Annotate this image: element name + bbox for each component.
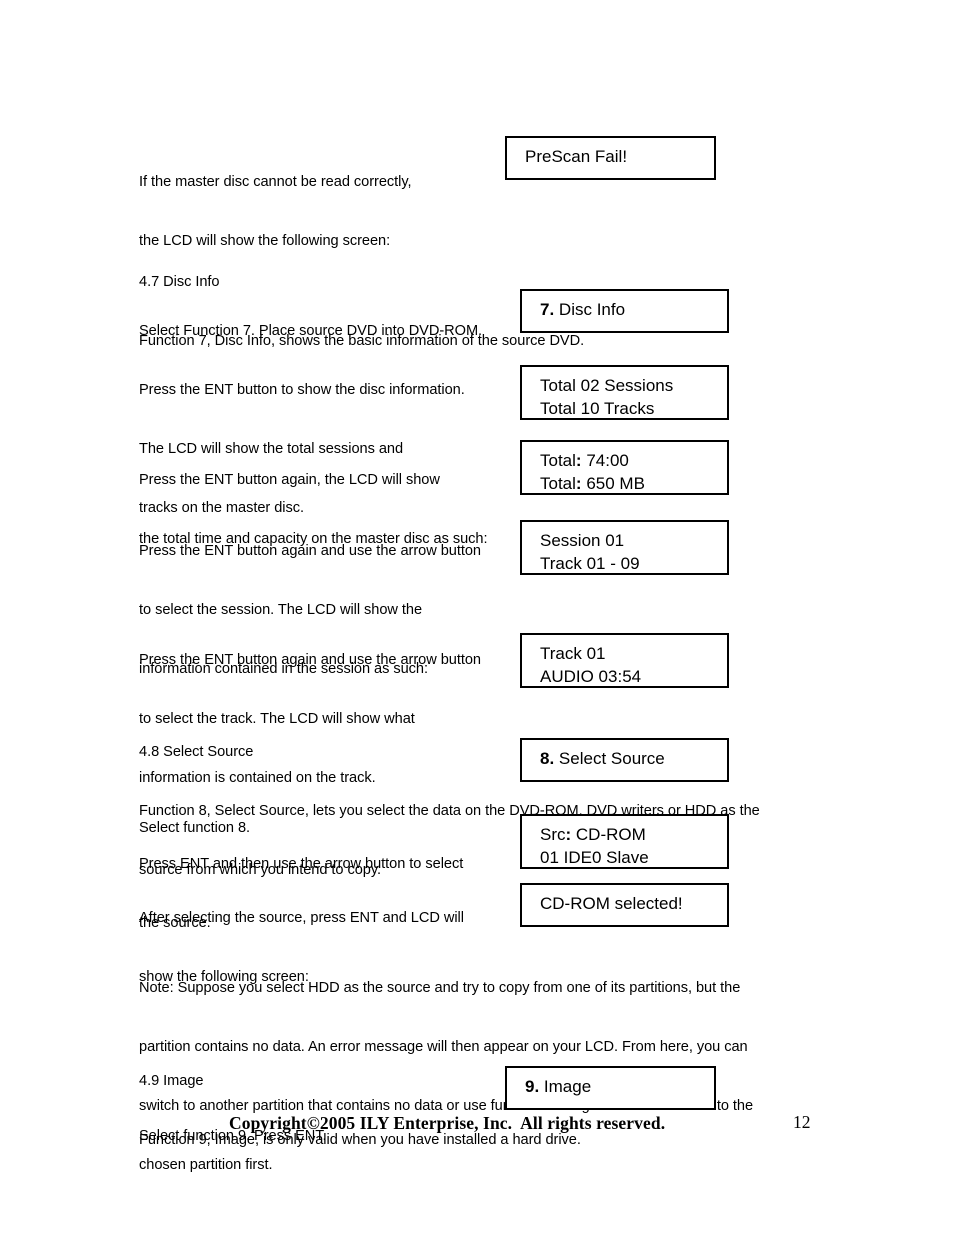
lcd-function-label: Disc Info — [554, 300, 626, 319]
lcd-screen-total-time-capacity: Total: 74:00 Total: 650 MB — [520, 440, 729, 495]
lcd-line: Total: 74:00 — [540, 449, 727, 472]
lcd-line: AUDIO 03:54 — [540, 667, 642, 686]
lcd-line: CD-ROM selected! — [540, 894, 683, 913]
lcd-screen-track-info: Track 01 AUDIO 03:54 — [520, 633, 729, 688]
lcd-total-label: Total — [540, 474, 576, 493]
lcd-screen-cdrom-selected: CD-ROM selected! — [520, 883, 729, 927]
lcd-src-value: CD-ROM — [571, 825, 646, 844]
text-line: If the master disc cannot be read correc… — [139, 174, 412, 191]
text-line: Select Function 7. Place source DVD into… — [139, 323, 483, 340]
lcd-function-label: Select Source — [554, 749, 665, 768]
lcd-total-value: 74:00 — [581, 451, 629, 470]
lcd-line: 01 IDE0 Slave — [540, 848, 649, 867]
document-page: If the master disc cannot be read correc… — [0, 0, 954, 1235]
lcd-total-value: 650 MB — [581, 474, 645, 493]
text-line: Press the ENT button again, the LCD will… — [139, 472, 440, 489]
lcd-line: PreScan Fail! — [525, 147, 628, 166]
lcd-function-label: Image — [539, 1077, 592, 1096]
lcd-src-label: Src — [540, 825, 566, 844]
lcd-line: Src: CD-ROM — [540, 823, 727, 846]
lcd-total-label: Total — [540, 451, 576, 470]
text-line: Press the ENT button again and use the a… — [139, 543, 481, 560]
lcd-screen-prescan-fail: PreScan Fail! — [505, 136, 716, 180]
lcd-line: Total: 650 MB — [540, 472, 727, 495]
text-line: After selecting the source, press ENT an… — [139, 910, 464, 927]
lcd-line: 8. Select Source — [540, 747, 727, 770]
lcd-screen-select-source: 8. Select Source — [520, 738, 729, 782]
lcd-screen-disc-info: 7. Disc Info — [520, 289, 729, 333]
footer-copyright: Copyright©2005 ILY Enterprise, Inc. All … — [229, 1113, 666, 1133]
lcd-screen-src-cdrom: Src: CD-ROM 01 IDE0 Slave — [520, 814, 729, 869]
lcd-line: Track 01 — [540, 644, 606, 663]
lcd-line: 7. Disc Info — [540, 298, 727, 321]
lcd-line: Track 01 - 09 — [540, 554, 640, 573]
lcd-screen-total-sessions: Total 02 Sessions Total 10 Tracks — [520, 365, 729, 420]
text-line: Press the ENT button again and use the a… — [139, 652, 481, 669]
lcd-screen-image: 9. Image — [505, 1066, 716, 1110]
text-line: Press the ENT button to show the disc in… — [139, 382, 465, 399]
paragraph-select-function-9: Select function 9. Press ENT. — [139, 1088, 327, 1186]
lcd-line: 9. Image — [525, 1075, 714, 1098]
lcd-line: Session 01 — [540, 531, 625, 550]
lcd-screen-session-info: Session 01 Track 01 - 09 — [520, 520, 729, 575]
lcd-line: Total 10 Tracks — [540, 399, 655, 418]
page-number: 12 — [793, 1112, 811, 1132]
text-line: Note: Suppose you select HDD as the sour… — [139, 980, 741, 997]
lcd-line: Total 02 Sessions — [540, 376, 674, 395]
